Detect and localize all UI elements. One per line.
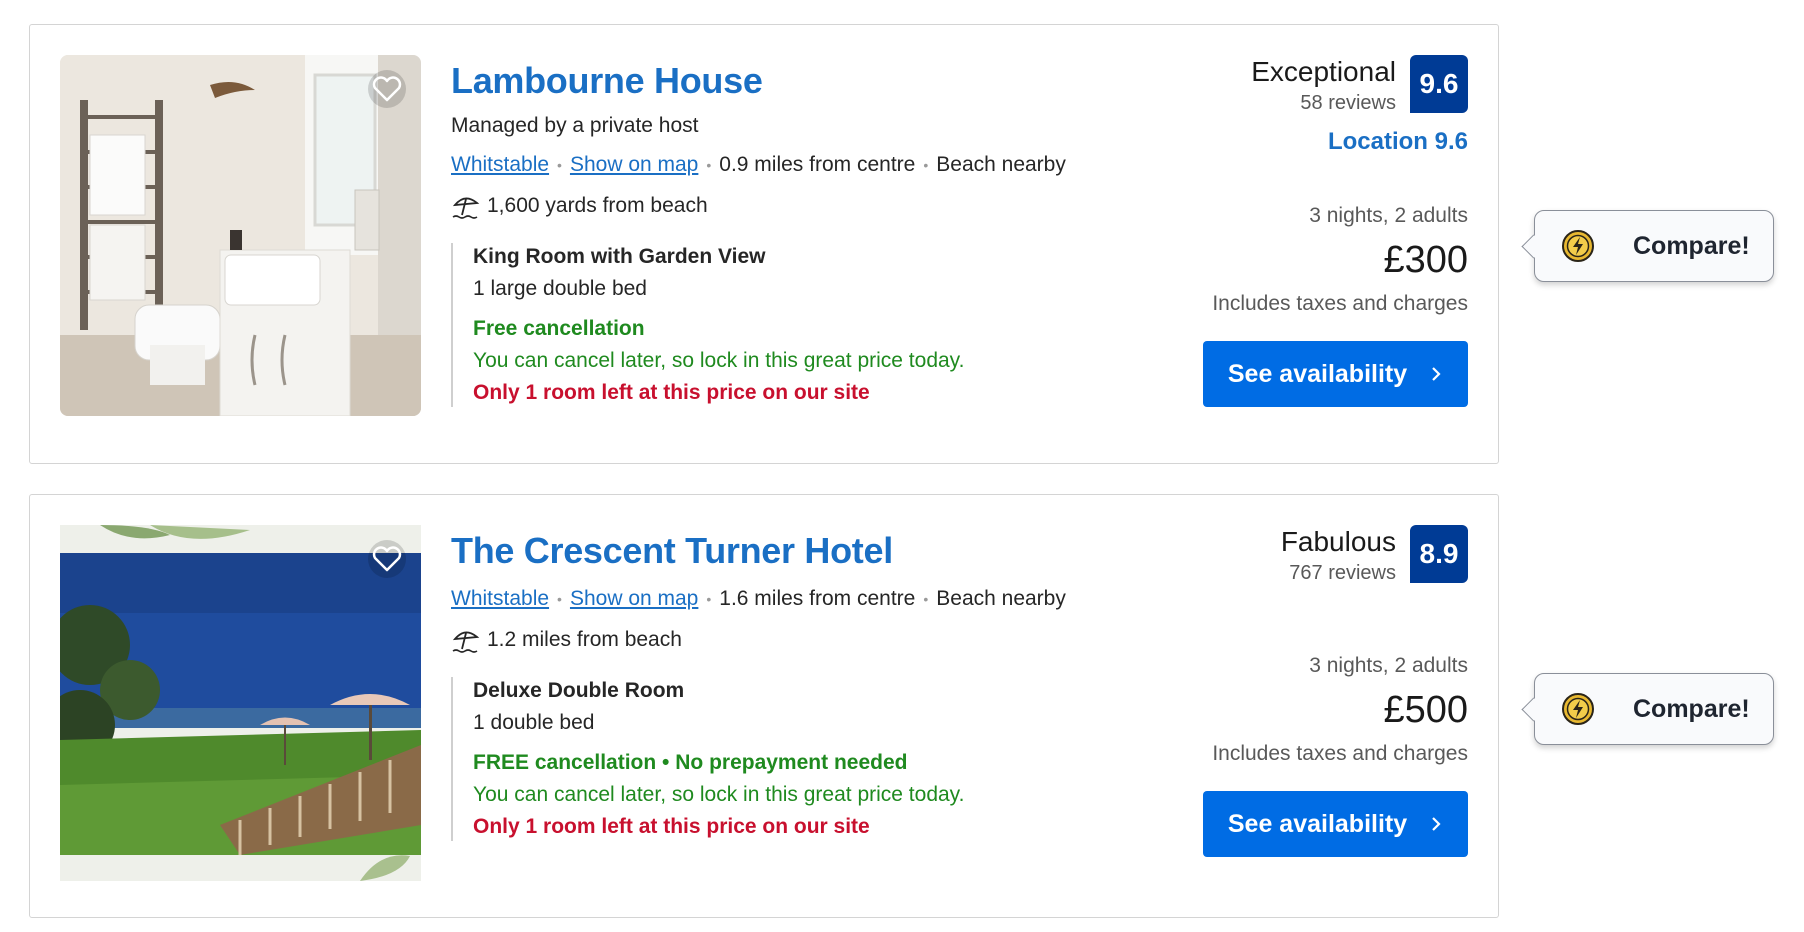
price-block: 3 nights, 2 adults £500 Includes taxes a… xyxy=(1128,653,1468,857)
room-title: Deluxe Double Room xyxy=(473,679,685,702)
see-availability-label: See availability xyxy=(1227,359,1408,388)
see-availability-button[interactable]: See availability xyxy=(1203,791,1468,857)
separator-dot: • xyxy=(706,591,712,607)
room-details: King Room with Garden View 1 large doubl… xyxy=(451,243,1191,407)
score-word: Exceptional xyxy=(1251,56,1396,87)
score-word: Fabulous xyxy=(1280,526,1396,557)
distance-from-centre: 1.6 miles from centre xyxy=(719,587,916,610)
separator-dot: • xyxy=(557,157,562,173)
price: £300 xyxy=(1383,239,1468,281)
bed-type: 1 large double bed xyxy=(473,277,647,300)
cancellation-note: You can cancel later, so lock in this gr… xyxy=(473,349,965,372)
room-details: Deluxe Double Room 1 double bed FREE can… xyxy=(451,677,1191,841)
pricing-panel: Exceptional 58 reviews 9.6 Location 9.6 … xyxy=(1128,55,1468,407)
save-to-favorites-button[interactable] xyxy=(367,539,407,579)
town-link[interactable]: Whitstable xyxy=(451,151,549,179)
review-count: 58 reviews xyxy=(1300,92,1396,114)
beach-nearby-tag: Beach nearby xyxy=(936,587,1066,610)
property-photo-bathroom[interactable] xyxy=(60,55,421,416)
taxes-note: Includes taxes and charges xyxy=(1212,292,1468,315)
show-on-map-link[interactable]: Show on map xyxy=(570,151,698,179)
separator-dot: • xyxy=(923,591,929,607)
property-card: The Crescent Turner Hotel Whitstable • S… xyxy=(29,494,1499,918)
location-score: Location 9.6 xyxy=(1327,128,1468,155)
property-info: Lambourne House Managed by a private hos… xyxy=(451,59,1191,407)
property-name-link[interactable]: Lambourne House xyxy=(451,59,763,103)
pricing-panel: Fabulous 767 reviews 8.9 3 nights, 2 adu… xyxy=(1128,525,1468,857)
beach-umbrella-icon xyxy=(452,197,480,219)
property-photo xyxy=(60,55,421,416)
location-row: Whitstable • Show on map • 0.9 miles fro… xyxy=(451,151,1191,179)
heart-icon xyxy=(368,70,406,108)
chevron-right-icon xyxy=(1429,817,1443,831)
score-badge: 9.6 xyxy=(1410,55,1468,113)
show-on-map-link[interactable]: Show on map xyxy=(570,585,698,613)
beach-distance: 1.2 miles from beach xyxy=(487,628,682,651)
see-availability-label: See availability xyxy=(1227,809,1408,838)
property-info: The Crescent Turner Hotel Whitstable • S… xyxy=(451,529,1191,841)
distance-from-centre: 0.9 miles from centre xyxy=(719,153,916,176)
property-card: Lambourne House Managed by a private hos… xyxy=(29,24,1499,464)
review-count: 767 reviews xyxy=(1289,562,1396,584)
beach-distance-row: 1,600 yards from beach xyxy=(451,191,1191,221)
cancellation-policy: FREE cancellation • No prepayment needed xyxy=(473,751,908,774)
score-badge: 8.9 xyxy=(1410,525,1468,583)
taxes-note: Includes taxes and charges xyxy=(1212,742,1468,765)
cancellation-note: You can cancel later, so lock in this gr… xyxy=(473,783,965,806)
price-block: 3 nights, 2 adults £300 Includes taxes a… xyxy=(1128,203,1468,407)
managed-by-text: Managed by a private host xyxy=(451,114,699,137)
score-text: Exceptional 58 reviews xyxy=(1251,55,1396,115)
beach-distance-row: 1.2 miles from beach xyxy=(451,625,1191,655)
score-text: Fabulous 767 reviews xyxy=(1281,525,1396,585)
scarcity-message: Only 1 room left at this price on our si… xyxy=(473,815,870,838)
beach-umbrella-icon xyxy=(452,631,480,653)
room-title: King Room with Garden View xyxy=(473,245,766,268)
review-score[interactable]: Fabulous 767 reviews 8.9 xyxy=(1128,525,1468,585)
bed-type: 1 double bed xyxy=(473,711,595,734)
beach-distance: 1,600 yards from beach xyxy=(487,194,708,217)
compare-label: Compare! xyxy=(1633,694,1750,723)
price: £500 xyxy=(1383,689,1468,731)
cancellation-policy: Free cancellation xyxy=(473,317,645,340)
town-link[interactable]: Whitstable xyxy=(451,585,549,613)
compare-label: Compare! xyxy=(1633,231,1750,260)
stay-summary: 3 nights, 2 adults xyxy=(1309,654,1468,677)
separator-dot: • xyxy=(923,157,929,173)
lightning-coin-icon xyxy=(1561,692,1595,726)
compare-button[interactable]: Compare! xyxy=(1534,673,1774,745)
see-availability-button[interactable]: See availability xyxy=(1203,341,1468,407)
beach-nearby-tag: Beach nearby xyxy=(936,153,1066,176)
save-to-favorites-button[interactable] xyxy=(367,69,407,109)
compare-button[interactable]: Compare! xyxy=(1534,210,1774,282)
location-row: Whitstable • Show on map • 1.6 miles fro… xyxy=(451,585,1191,613)
review-score[interactable]: Exceptional 58 reviews 9.6 xyxy=(1128,55,1468,115)
property-name-link[interactable]: The Crescent Turner Hotel xyxy=(451,529,893,573)
heart-icon xyxy=(368,540,406,578)
separator-dot: • xyxy=(706,157,712,173)
separator-dot: • xyxy=(557,591,562,607)
stay-summary: 3 nights, 2 adults xyxy=(1309,204,1468,227)
property-photo-garden[interactable] xyxy=(60,525,421,881)
scarcity-message: Only 1 room left at this price on our si… xyxy=(473,381,870,404)
chevron-right-icon xyxy=(1429,367,1443,381)
lightning-coin-icon xyxy=(1561,229,1595,263)
